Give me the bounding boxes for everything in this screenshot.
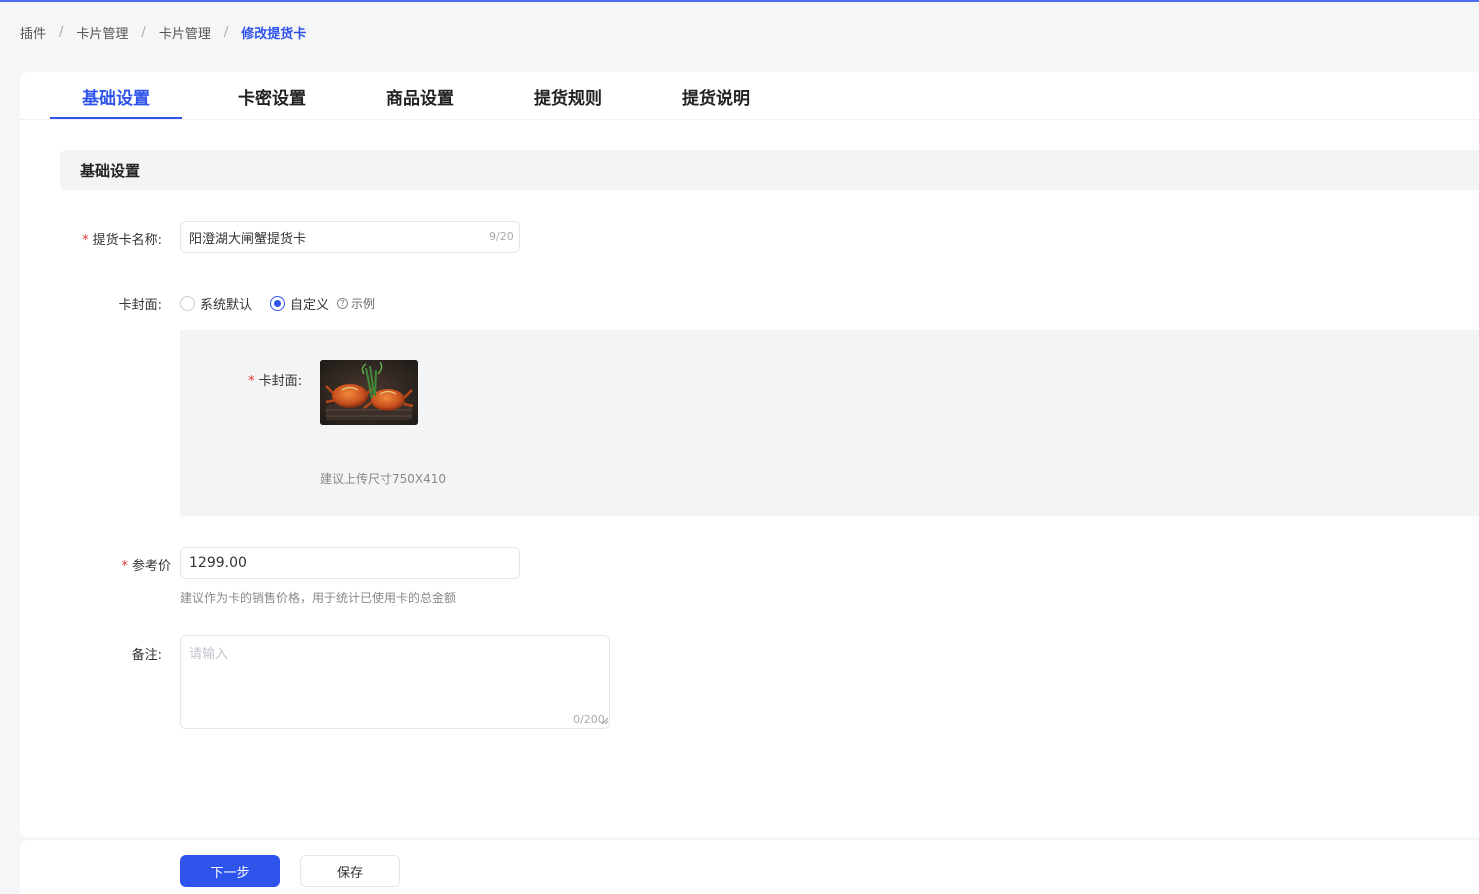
breadcrumb-item-current: 修改提货卡 xyxy=(241,26,307,42)
next-step-button[interactable]: 下一步 xyxy=(180,855,280,887)
remark-placeholder: 请输入 xyxy=(189,647,229,662)
radio-checked-icon xyxy=(270,295,286,311)
tab-pickup-rules[interactable]: 提货规则 xyxy=(494,72,642,120)
tab-product-settings[interactable]: 商品设置 xyxy=(346,72,494,120)
radio-unchecked-icon xyxy=(180,295,195,311)
card-name-value: 阳澄湖大闸蟹提货卡 xyxy=(189,231,307,247)
required-mark: * xyxy=(248,374,255,389)
card-name-counter: 9/20 xyxy=(489,230,514,243)
breadcrumb-item-card-management-sub[interactable]: 卡片管理 xyxy=(159,23,211,42)
cover-size-hint: 建议上传尺寸750X410 xyxy=(320,472,447,486)
breadcrumb-item-card-management[interactable]: 卡片管理 xyxy=(76,23,128,42)
radio-system-default[interactable]: 系统默认 xyxy=(180,294,252,313)
tab-basic-settings[interactable]: 基础设置 xyxy=(50,72,182,120)
breadcrumb-separator: / xyxy=(223,24,229,40)
tab-bar: 基础设置 卡密设置 商品设置 提货规则 提货说明 xyxy=(50,72,790,120)
cover-type-label: 卡封面: xyxy=(118,298,162,313)
cover-upload-panel: * 卡封面: 建议上传尺寸750X410 xyxy=(180,330,1479,516)
breadcrumb-separator: / xyxy=(59,24,64,40)
remark-label: 备注: xyxy=(131,648,162,663)
section-title: 基础设置 xyxy=(60,150,1479,190)
radio-custom[interactable]: 自定义 xyxy=(270,294,329,313)
cover-image[interactable] xyxy=(320,360,418,425)
tab-pickup-instructions[interactable]: 提货说明 xyxy=(642,72,790,120)
example-link[interactable]: ? 示例 xyxy=(337,295,375,312)
remark-counter: 0/200 xyxy=(573,713,605,726)
form-card: 基础设置 卡密设置 商品设置 提货规则 提货说明 基础设置 * 提货卡名称: 阳澄… xyxy=(20,72,1479,837)
resize-handle-icon[interactable] xyxy=(601,717,609,725)
card-name-input[interactable]: 阳澄湖大闸蟹提货卡 xyxy=(180,221,520,253)
footer-action-bar: 下一步 保存 xyxy=(20,840,1479,894)
breadcrumb-separator: / xyxy=(141,24,146,40)
save-button[interactable]: 保存 xyxy=(300,855,400,887)
crab-photo xyxy=(320,360,418,425)
remark-textarea[interactable]: 请输入 xyxy=(180,635,610,729)
card-name-label: * 提货卡名称: xyxy=(82,233,162,248)
required-mark: * xyxy=(82,233,89,248)
cover-type-radio-group: 系统默认 自定义 ? 示例 xyxy=(180,294,375,313)
top-accent-bar xyxy=(0,0,1479,2)
tab-divider xyxy=(20,119,1479,120)
cover-label: * 卡封面: xyxy=(248,374,302,389)
tab-card-secret-settings[interactable]: 卡密设置 xyxy=(198,72,346,120)
breadcrumb: 插件 / 卡片管理 / 卡片管理 / 修改提货卡 xyxy=(20,23,307,42)
price-input[interactable]: 1299.00 xyxy=(180,547,520,579)
question-circle-icon: ? xyxy=(337,297,349,309)
breadcrumb-item-plugins[interactable]: 插件 xyxy=(20,23,46,42)
price-label: * 参考价 xyxy=(121,559,171,574)
price-value: 1299.00 xyxy=(189,555,247,571)
price-help-text: 建议作为卡的销售价格，用于统计已使用卡的总金额 xyxy=(180,591,457,605)
required-mark: * xyxy=(121,559,128,574)
